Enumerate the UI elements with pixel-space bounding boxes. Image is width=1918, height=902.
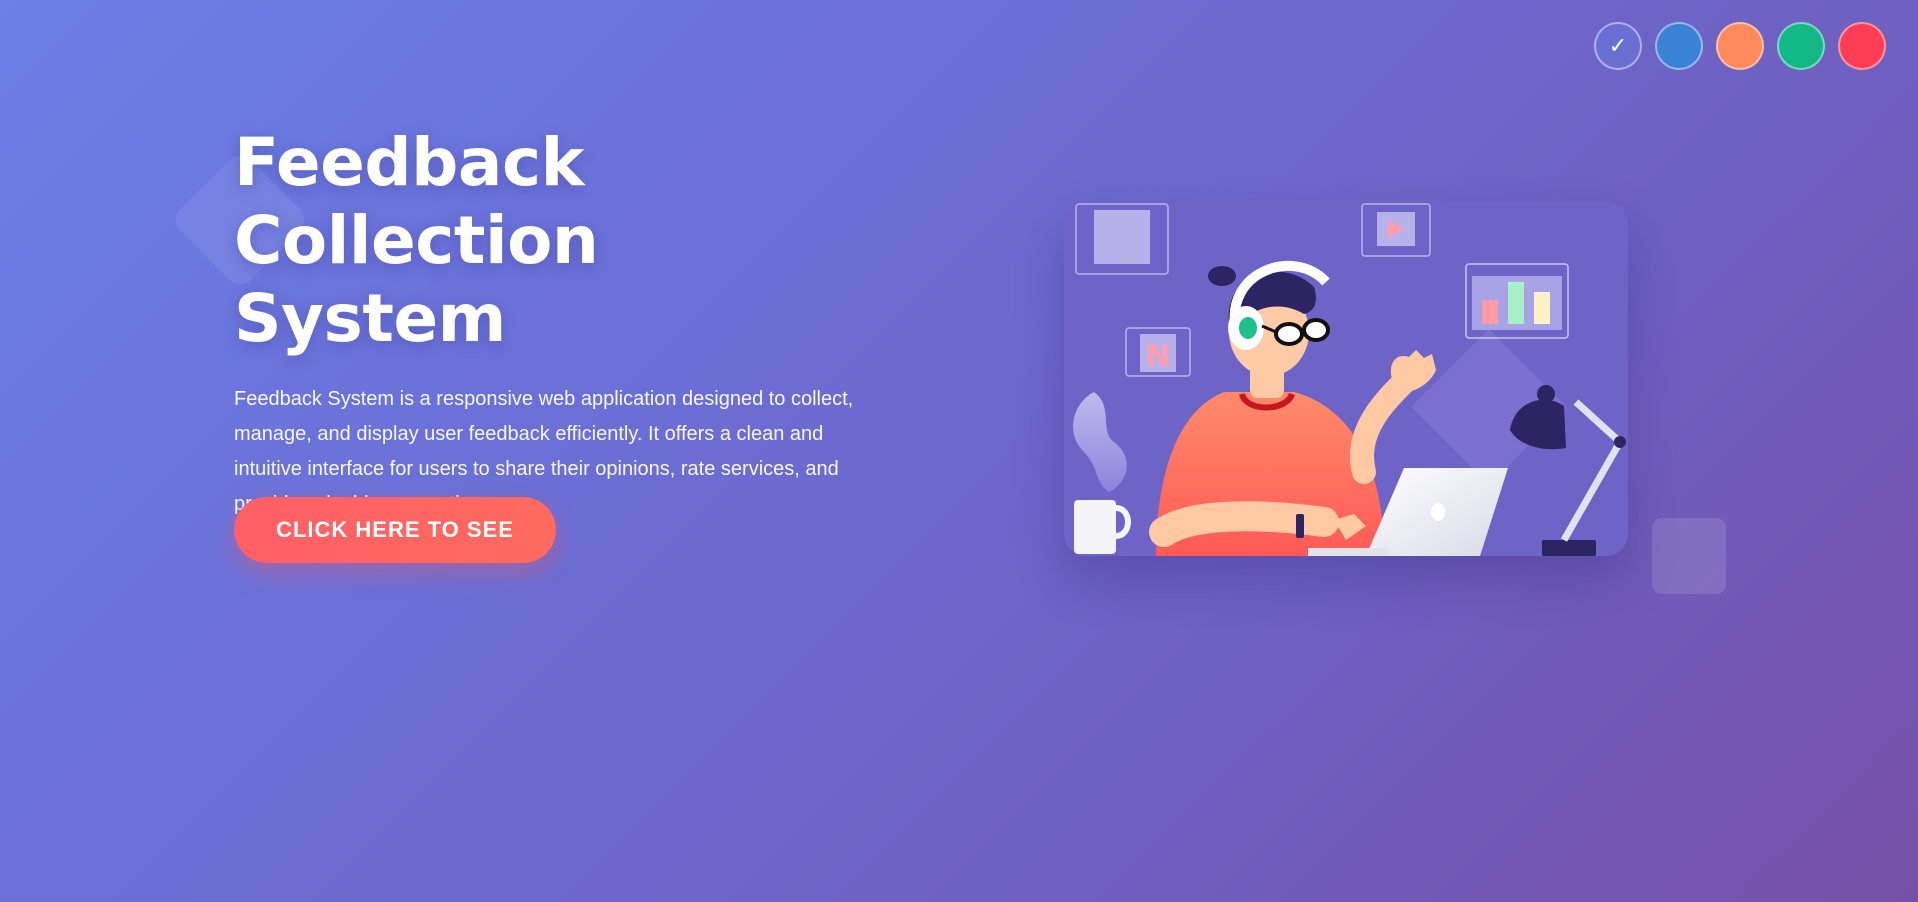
title-line-1: Feedback Collection	[234, 124, 599, 279]
theme-switcher: ✓	[1594, 22, 1886, 70]
coffee-mug-icon	[1074, 500, 1131, 554]
n-app-icon: N	[1125, 327, 1191, 377]
play-icon	[1361, 203, 1431, 257]
desk-lamp-icon	[1510, 385, 1626, 556]
title-line-2: System	[234, 280, 506, 357]
steam-shape	[1073, 392, 1127, 492]
cta-button[interactable]: CLICK HERE TO SEE	[234, 497, 556, 563]
theme-swatch-green[interactable]	[1777, 22, 1825, 70]
theme-swatch-blue[interactable]	[1655, 22, 1703, 70]
decorative-square	[1652, 518, 1726, 594]
raised-fist	[1390, 350, 1436, 392]
image-frame-icon	[1075, 203, 1169, 275]
svg-text:N: N	[1145, 339, 1170, 374]
check-icon: ✓	[1608, 33, 1628, 59]
bar-chart-icon	[1465, 263, 1569, 339]
theme-swatch-red[interactable]	[1838, 22, 1886, 70]
page-title: Feedback Collection System	[234, 124, 954, 358]
theme-swatch-orange[interactable]	[1716, 22, 1764, 70]
theme-swatch-purple[interactable]: ✓	[1594, 22, 1642, 70]
hero-section: Feedback Collection System Feedback Syst…	[234, 124, 954, 522]
hero-illustration: N	[1064, 202, 1628, 556]
